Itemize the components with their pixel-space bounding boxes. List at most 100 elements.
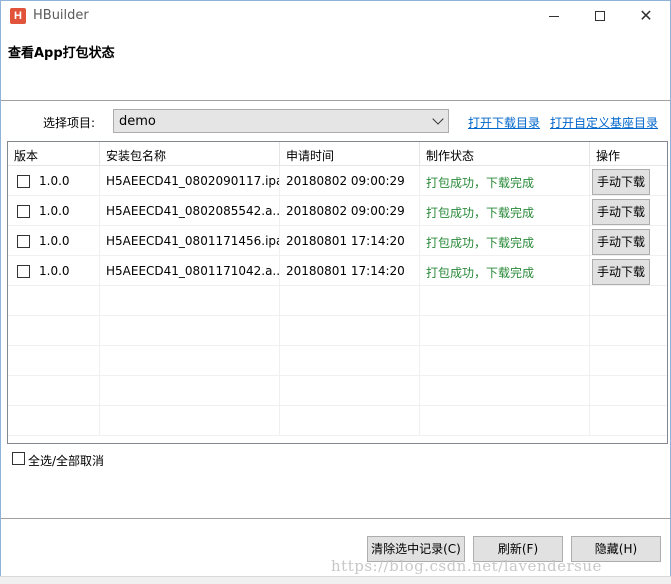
open-custom-base-dir-link[interactable]: 打开自定义基座目录	[550, 114, 658, 131]
row-checkbox[interactable]	[17, 175, 30, 188]
status-cell: 打包成功，下载完成	[420, 196, 590, 225]
package-cell: H5AEECD41_0802085542.a...	[100, 196, 280, 225]
time-cell: 20180802 09:00:29	[280, 166, 420, 195]
header-divider-highlight	[1, 101, 670, 102]
package-name: H5AEECD41_0801171042.a...	[106, 264, 280, 278]
column-header-status[interactable]: 制作状态	[420, 142, 590, 165]
empty-cell	[590, 286, 667, 315]
empty-cell	[8, 346, 100, 375]
empty-cell	[280, 406, 420, 435]
version-text: 1.0.0	[39, 204, 70, 218]
package-cell: H5AEECD41_0802090117.ipa	[100, 166, 280, 195]
empty-cell	[100, 376, 280, 405]
empty-row	[8, 346, 667, 376]
action-cell: 手动下载	[590, 166, 667, 195]
action-cell: 手动下载	[590, 256, 667, 285]
column-header-label: 操作	[596, 149, 621, 163]
empty-cell	[100, 346, 280, 375]
empty-row	[8, 286, 667, 316]
table-row[interactable]: 1.0.0 H5AEECD41_0801171042.a... 20180801…	[8, 256, 667, 286]
select-all-label[interactable]: 全选/全部取消	[28, 452, 104, 469]
hbuilder-logo-icon: H	[10, 8, 26, 24]
empty-row	[8, 406, 667, 436]
project-select-value: demo	[119, 114, 156, 129]
package-cell: H5AEECD41_0801171042.a...	[100, 256, 280, 285]
empty-cell	[100, 286, 280, 315]
maximize-icon	[595, 11, 605, 21]
window-title: HBuilder	[33, 8, 89, 23]
empty-cell	[280, 376, 420, 405]
background-strip	[0, 576, 671, 584]
column-header-time[interactable]: 申请时间	[280, 142, 420, 165]
package-name: H5AEECD41_0802085542.a...	[106, 204, 280, 218]
status-cell: 打包成功，下载完成	[420, 256, 590, 285]
hbuilder-window: H HBuilder ✕ 查看App打包状态 选择项目: demo 打开下载目录…	[0, 0, 671, 584]
row-checkbox[interactable]	[17, 235, 30, 248]
column-header-package[interactable]: 安装包名称	[100, 142, 280, 165]
package-cell: H5AEECD41_0801171456.ipa	[100, 226, 280, 255]
open-download-dir-link[interactable]: 打开下载目录	[468, 114, 540, 131]
close-button[interactable]: ✕	[623, 1, 669, 31]
column-header-label: 安装包名称	[106, 149, 167, 163]
version-text: 1.0.0	[39, 234, 70, 248]
project-select[interactable]: demo	[113, 109, 449, 133]
row-checkbox[interactable]	[17, 205, 30, 218]
page-title: 查看App打包状态	[8, 46, 115, 61]
empty-cell	[8, 406, 100, 435]
empty-cell	[280, 346, 420, 375]
minimize-icon	[549, 16, 559, 17]
build-status: 打包成功，下载完成	[426, 206, 535, 220]
minimize-button[interactable]	[531, 1, 577, 31]
version-text: 1.0.0	[39, 264, 70, 278]
empty-cell	[420, 316, 590, 345]
empty-cell	[590, 346, 667, 375]
empty-cell	[590, 406, 667, 435]
action-cell: 手动下载	[590, 196, 667, 225]
close-icon: ✕	[639, 6, 653, 25]
select-all-checkbox[interactable]	[12, 452, 25, 465]
status-cell: 打包成功，下载完成	[420, 226, 590, 255]
action-cell: 手动下载	[590, 226, 667, 255]
version-cell: 1.0.0	[8, 196, 100, 225]
empty-cell	[280, 286, 420, 315]
row-checkbox[interactable]	[17, 265, 30, 278]
manual-download-button[interactable]: 手动下载	[592, 259, 650, 285]
watermark: https://blog.csdn.net/lavendersue	[331, 557, 602, 575]
table-row[interactable]: 1.0.0 H5AEECD41_0801171456.ipa 20180801 …	[8, 226, 667, 256]
request-time: 20180801 17:14:20	[286, 264, 405, 278]
empty-cell	[280, 316, 420, 345]
package-name: H5AEECD41_0801171456.ipa	[106, 234, 280, 248]
empty-cell	[420, 286, 590, 315]
column-header-label: 制作状态	[426, 149, 475, 163]
empty-cell	[100, 316, 280, 345]
chevron-down-icon	[432, 113, 444, 125]
package-name: H5AEECD41_0802090117.ipa	[106, 174, 280, 188]
table-header-row: 版本 安装包名称 申请时间 制作状态 操作	[8, 142, 667, 166]
request-time: 20180802 09:00:29	[286, 174, 405, 188]
time-cell: 20180802 09:00:29	[280, 196, 420, 225]
build-status: 打包成功，下载完成	[426, 266, 535, 280]
maximize-button[interactable]	[577, 1, 623, 31]
empty-row	[8, 316, 667, 346]
column-header-action[interactable]: 操作	[590, 142, 667, 165]
empty-cell	[420, 376, 590, 405]
manual-download-button[interactable]: 手动下载	[592, 169, 650, 195]
empty-cell	[420, 406, 590, 435]
manual-download-button[interactable]: 手动下载	[592, 199, 650, 225]
column-header-label: 申请时间	[286, 149, 335, 163]
version-cell: 1.0.0	[8, 226, 100, 255]
version-cell: 1.0.0	[8, 166, 100, 195]
column-header-version[interactable]: 版本	[8, 142, 100, 165]
version-text: 1.0.0	[39, 174, 70, 188]
manual-download-button[interactable]: 手动下载	[592, 229, 650, 255]
table-row[interactable]: 1.0.0 H5AEECD41_0802085542.a... 20180802…	[8, 196, 667, 226]
empty-cell	[8, 286, 100, 315]
column-header-label: 版本	[14, 149, 39, 163]
empty-cell	[100, 406, 280, 435]
empty-cell	[590, 376, 667, 405]
request-time: 20180801 17:14:20	[286, 234, 405, 248]
title-bar: H HBuilder ✕	[1, 1, 670, 31]
status-cell: 打包成功，下载完成	[420, 166, 590, 195]
build-status: 打包成功，下载完成	[426, 236, 535, 250]
table-row[interactable]: 1.0.0 H5AEECD41_0802090117.ipa 20180802 …	[8, 166, 667, 196]
